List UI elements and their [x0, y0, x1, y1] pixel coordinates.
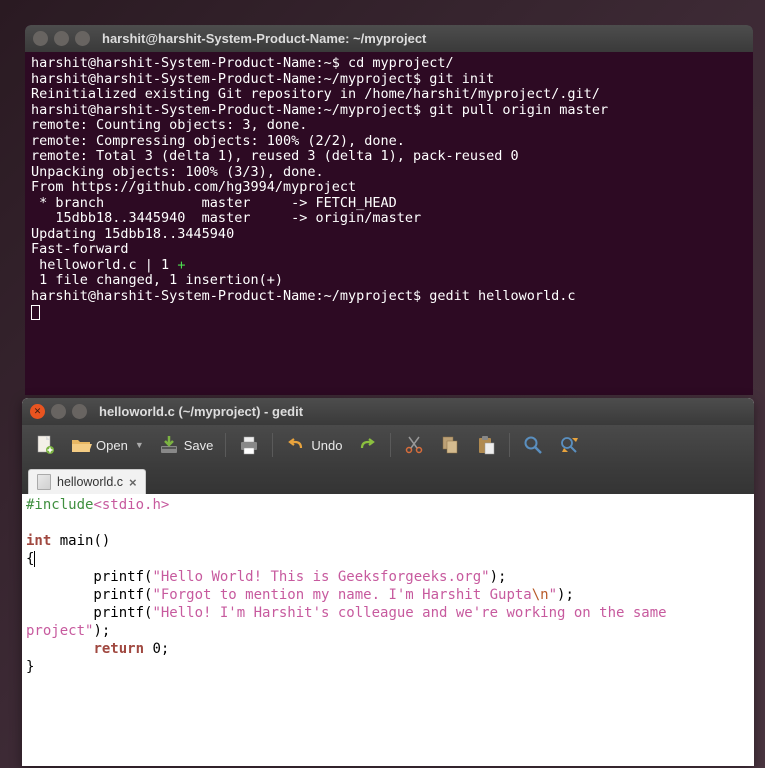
code-string: project" [26, 623, 93, 639]
save-icon [158, 434, 180, 456]
terminal-output: * branch master -> FETCH_HEAD [31, 196, 747, 212]
terminal-output: Reinitialized existing Git repository in… [31, 87, 747, 103]
terminal-output: 1 file changed, 1 insertion(+) [31, 273, 747, 289]
code-include-lib: <stdio.h> [93, 497, 169, 513]
scissors-icon [403, 434, 425, 456]
tab-filename: helloworld.c [57, 475, 123, 489]
code-call: printf( [26, 605, 152, 621]
code-punct: ); [93, 623, 110, 639]
gedit-titlebar[interactable]: helloworld.c (~/myproject) - gedit [22, 398, 754, 425]
terminal-prompt: harshit@harshit-System-Product-Name:~$ [31, 55, 348, 71]
chevron-down-icon: ▼ [135, 440, 144, 450]
gedit-maximize-button[interactable] [72, 404, 87, 419]
code-string: "Hello World! This is Geeksforgeeks.org" [152, 569, 489, 585]
terminal-output: Fast-forward [31, 242, 747, 258]
terminal-title: harshit@harshit-System-Product-Name: ~/m… [102, 31, 426, 46]
terminal-prompt: harshit@harshit-System-Product-Name:~/my… [31, 102, 429, 118]
terminal-minimize-button[interactable] [54, 31, 69, 46]
code-keyword: int [26, 533, 51, 549]
print-icon [238, 434, 260, 456]
terminal-command: cd myproject/ [348, 55, 454, 71]
code-call: printf( [26, 569, 152, 585]
terminal-close-button[interactable] [33, 31, 48, 46]
gedit-tabbar: helloworld.c × [22, 465, 754, 494]
code-escape: \n [532, 587, 549, 603]
terminal-window: harshit@harshit-System-Product-Name: ~/m… [25, 25, 753, 395]
terminal-cursor [31, 305, 40, 320]
code-punct: ); [557, 587, 574, 603]
new-file-icon [34, 434, 56, 456]
toolbar-separator [272, 433, 273, 457]
save-button[interactable]: Save [152, 430, 220, 460]
copy-button[interactable] [433, 430, 467, 460]
new-file-button[interactable] [28, 430, 62, 460]
text-cursor [34, 551, 35, 567]
save-label: Save [184, 438, 214, 453]
terminal-prompt: harshit@harshit-System-Product-Name:~/my… [31, 71, 429, 87]
code-editor[interactable]: #include<stdio.h> int main() { printf("H… [22, 494, 754, 678]
toolbar-separator [509, 433, 510, 457]
terminal-output: 15dbb18..3445940 master -> origin/master [31, 211, 747, 227]
print-button[interactable] [232, 430, 266, 460]
terminal-prompt: harshit@harshit-System-Product-Name:~/my… [31, 288, 429, 304]
tab-close-button[interactable]: × [129, 475, 137, 490]
terminal-command: git init [429, 71, 494, 87]
gedit-toolbar: Open ▼ Save Undo [22, 425, 754, 465]
gedit-minimize-button[interactable] [51, 404, 66, 419]
undo-label: Undo [311, 438, 342, 453]
code-punct: ); [490, 569, 507, 585]
open-label: Open [96, 438, 128, 453]
terminal-command: gedit helloworld.c [429, 288, 575, 304]
terminal-output: remote: Compressing objects: 100% (2/2),… [31, 134, 747, 150]
terminal-output: helloworld.c | 1 [31, 257, 177, 273]
code-keyword: return [93, 641, 144, 657]
code-indent [26, 641, 93, 657]
undo-icon [285, 434, 307, 456]
gedit-title: helloworld.c (~/myproject) - gedit [99, 404, 303, 419]
copy-icon [439, 434, 461, 456]
paste-button[interactable] [469, 430, 503, 460]
gedit-close-button[interactable] [30, 404, 45, 419]
cut-button[interactable] [397, 430, 431, 460]
redo-button[interactable] [350, 430, 384, 460]
open-folder-icon [70, 434, 92, 456]
terminal-output: From https://github.com/hg3994/myproject [31, 180, 747, 196]
code-function: main() [51, 533, 110, 549]
gedit-window: helloworld.c (~/myproject) - gedit Open … [22, 398, 754, 766]
toolbar-separator [390, 433, 391, 457]
terminal-titlebar[interactable]: harshit@harshit-System-Product-Name: ~/m… [25, 25, 753, 52]
code-string: "Hello! I'm Harshit's colleague and we'r… [152, 605, 675, 621]
terminal-output: Unpacking objects: 100% (3/3), done. [31, 165, 747, 181]
find-button[interactable] [516, 430, 550, 460]
terminal-output: Updating 15dbb18..3445940 [31, 227, 747, 243]
code-call: printf( [26, 587, 152, 603]
code-preprocessor: #include [26, 497, 93, 513]
undo-button[interactable]: Undo [279, 430, 348, 460]
code-string: " [549, 587, 557, 603]
terminal-output: remote: Counting objects: 3, done. [31, 118, 747, 134]
terminal-body[interactable]: harshit@harshit-System-Product-Name:~$ c… [25, 52, 753, 324]
find-replace-button[interactable] [552, 430, 586, 460]
terminal-command: git pull origin master [429, 102, 608, 118]
terminal-output: remote: Total 3 (delta 1), reused 3 (del… [31, 149, 747, 165]
redo-icon [356, 434, 378, 456]
code-value: 0; [144, 641, 169, 657]
terminal-maximize-button[interactable] [75, 31, 90, 46]
file-tab[interactable]: helloworld.c × [28, 469, 146, 494]
search-icon [522, 434, 544, 456]
toolbar-separator [225, 433, 226, 457]
find-replace-icon [558, 434, 580, 456]
open-button[interactable]: Open ▼ [64, 430, 150, 460]
file-icon [37, 474, 51, 490]
terminal-diff-plus: + [177, 257, 185, 273]
code-brace: } [26, 659, 34, 675]
paste-icon [475, 434, 497, 456]
code-string: "Forgot to mention my name. I'm Harshit … [152, 587, 531, 603]
code-brace: { [26, 551, 34, 567]
